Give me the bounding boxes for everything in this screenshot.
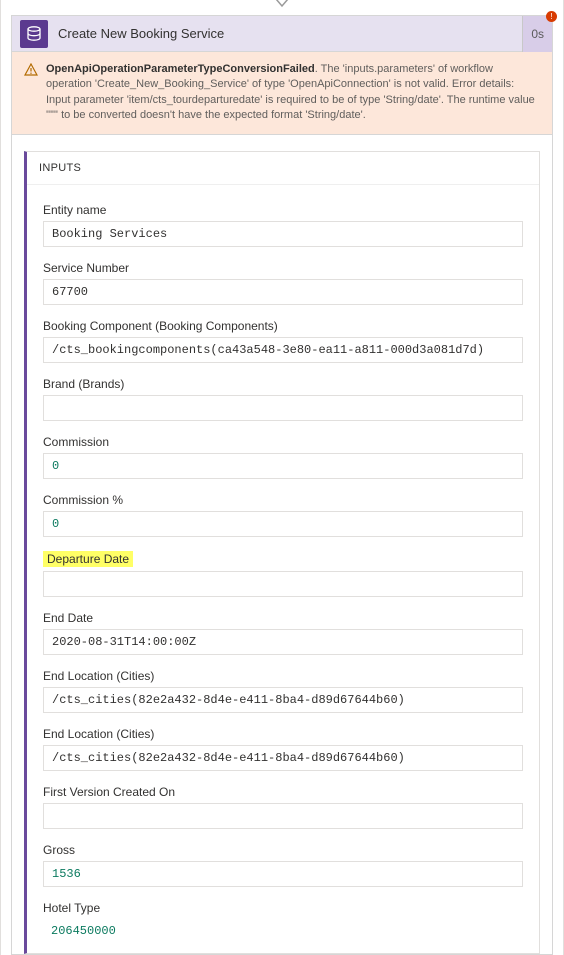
field-value[interactable]: 0 <box>43 453 523 479</box>
field-value[interactable]: /cts_cities(82e2a432-8d4e-e411-8ba4-d89d… <box>43 745 523 771</box>
error-text: OpenApiOperationParameterTypeConversionF… <box>46 62 540 124</box>
field-departure-date: Departure Date <box>43 551 523 597</box>
field-label: Entity name <box>43 203 106 217</box>
inputs-heading: INPUTS <box>27 152 539 185</box>
dataverse-icon <box>20 20 48 48</box>
warning-icon <box>24 63 38 124</box>
field-label: Hotel Type <box>43 901 100 915</box>
field-value[interactable]: 206450000 <box>43 919 523 945</box>
field-service-number: Service Number 67700 <box>43 261 523 305</box>
field-label: End Date <box>43 611 93 625</box>
field-value[interactable]: 0 <box>43 511 523 537</box>
error-badge-icon: ! <box>546 11 557 22</box>
connector-arrow-icon <box>11 0 553 13</box>
field-label: End Location (Cities) <box>43 727 154 741</box>
field-label: Gross <box>43 843 75 857</box>
field-value[interactable]: 67700 <box>43 279 523 305</box>
action-title: Create New Booking Service <box>58 26 512 41</box>
field-value[interactable]: 2020-08-31T14:00:00Z <box>43 629 523 655</box>
action-card: ! Create New Booking Service 0s OpenApiO… <box>11 15 553 955</box>
error-code: OpenApiOperationParameterTypeConversionF… <box>46 63 315 75</box>
field-first-version: First Version Created On <box>43 785 523 829</box>
field-brand: Brand (Brands) <box>43 377 523 421</box>
field-hotel-type: Hotel Type 206450000 <box>43 901 523 945</box>
field-label: First Version Created On <box>43 785 175 799</box>
field-label: Commission % <box>43 493 123 507</box>
field-value[interactable]: 1536 <box>43 861 523 887</box>
field-value[interactable] <box>43 395 523 421</box>
field-label: Booking Component (Booking Components) <box>43 319 278 333</box>
error-banner: OpenApiOperationParameterTypeConversionF… <box>12 52 552 135</box>
field-end-date: End Date 2020-08-31T14:00:00Z <box>43 611 523 655</box>
field-entity-name: Entity name Booking Services <box>43 203 523 247</box>
inputs-panel: INPUTS Entity name Booking Services Serv… <box>24 151 540 954</box>
action-header[interactable]: Create New Booking Service 0s <box>12 16 552 52</box>
field-value[interactable]: /cts_bookingcomponents(ca43a548-3e80-ea1… <box>43 337 523 363</box>
field-label: Service Number <box>43 261 129 275</box>
field-end-location-2: End Location (Cities) /cts_cities(82e2a4… <box>43 727 523 771</box>
field-value[interactable]: /cts_cities(82e2a432-8d4e-e411-8ba4-d89d… <box>43 687 523 713</box>
field-gross: Gross 1536 <box>43 843 523 887</box>
field-value[interactable] <box>43 571 523 597</box>
field-value[interactable]: Booking Services <box>43 221 523 247</box>
field-label: End Location (Cities) <box>43 669 154 683</box>
field-label-highlighted: Departure Date <box>43 551 133 567</box>
field-label: Brand (Brands) <box>43 377 124 391</box>
field-label: Commission <box>43 435 109 449</box>
field-commission: Commission 0 <box>43 435 523 479</box>
field-booking-component: Booking Component (Booking Components) /… <box>43 319 523 363</box>
field-commission-pct: Commission % 0 <box>43 493 523 537</box>
field-end-location-1: End Location (Cities) /cts_cities(82e2a4… <box>43 669 523 713</box>
